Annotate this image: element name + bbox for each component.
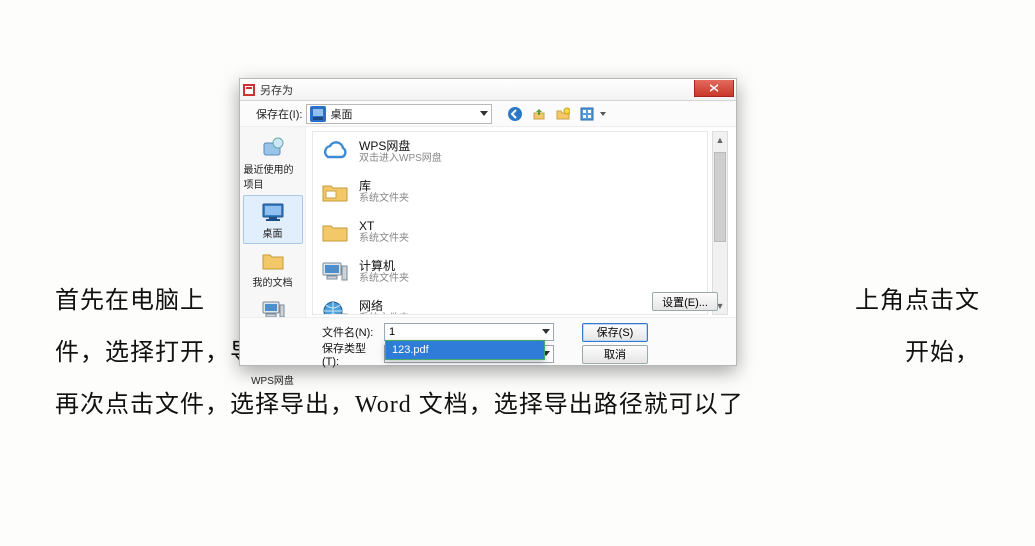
places-bar: 最近使用的项目 桌面 我的文档 计算机 WPS网盘 bbox=[240, 127, 306, 317]
item-sub: 系统文件夹 bbox=[359, 273, 409, 285]
chevron-down-icon[interactable] bbox=[600, 112, 606, 116]
place-label: 最近使用的项目 bbox=[244, 161, 302, 191]
item-name: XT bbox=[359, 219, 409, 233]
item-name: 网络 bbox=[359, 299, 409, 313]
titlebar: 另存为 bbox=[240, 79, 736, 101]
place-recent[interactable]: 最近使用的项目 bbox=[243, 131, 303, 195]
location-combo[interactable]: 桌面 bbox=[306, 104, 492, 124]
back-icon[interactable] bbox=[506, 105, 524, 123]
folder-icon bbox=[319, 176, 351, 208]
list-item[interactable]: WPS网盘双击进入WPS网盘 bbox=[313, 132, 707, 172]
toolbar: 保存在(I): 桌面 bbox=[240, 101, 736, 127]
folder-icon bbox=[319, 216, 351, 248]
save-as-dialog: 另存为 保存在(I): 桌面 最近使用的项目 bbox=[239, 78, 737, 366]
filetype-label: 保存类型(T): bbox=[322, 340, 378, 368]
filename-value: 1 bbox=[389, 326, 395, 338]
scrollbar[interactable]: ▲ ▼ bbox=[712, 131, 728, 315]
desktop-icon bbox=[258, 199, 288, 225]
close-button[interactable] bbox=[694, 80, 734, 97]
list-item[interactable]: 计算机系统文件夹 bbox=[313, 252, 707, 292]
list-item[interactable]: 库系统文件夹 bbox=[313, 172, 707, 212]
filename-dropdown[interactable]: 123.pdf bbox=[385, 340, 545, 360]
app-icon bbox=[242, 83, 256, 97]
place-label: 我的文档 bbox=[253, 274, 293, 289]
cloud-icon bbox=[319, 136, 351, 168]
new-folder-icon[interactable] bbox=[554, 105, 572, 123]
scroll-up-icon[interactable]: ▲ bbox=[713, 132, 727, 148]
item-sub: 系统文件夹 bbox=[359, 313, 409, 315]
item-name: WPS网盘 bbox=[359, 139, 442, 153]
desktop-icon bbox=[310, 106, 326, 122]
lower-panel: 文件名(N): 1 保存(S) 保存类型(T): 取消 123.pdf bbox=[240, 317, 736, 365]
dialog-title: 另存为 bbox=[260, 82, 293, 98]
save-in-label: 保存在(I): bbox=[256, 106, 302, 122]
recent-icon bbox=[258, 135, 288, 161]
documents-icon bbox=[258, 248, 288, 274]
item-name: 库 bbox=[359, 179, 409, 193]
filename-label: 文件名(N): bbox=[322, 324, 378, 340]
list-item[interactable]: 网络系统文件夹 bbox=[313, 292, 707, 315]
place-label: 桌面 bbox=[263, 225, 283, 240]
cancel-button[interactable]: 取消 bbox=[582, 345, 648, 364]
place-label: WPS网盘 bbox=[251, 372, 294, 387]
scroll-thumb[interactable] bbox=[714, 152, 726, 242]
place-mydocs[interactable]: 我的文档 bbox=[243, 244, 303, 293]
computer-icon bbox=[319, 256, 351, 288]
filename-input[interactable]: 1 bbox=[384, 323, 554, 341]
view-icon[interactable] bbox=[578, 105, 596, 123]
chevron-down-icon bbox=[480, 111, 488, 116]
file-list[interactable]: WPS网盘双击进入WPS网盘 库系统文件夹 XT系统文件夹 计算机系统文件夹 网… bbox=[312, 131, 708, 315]
save-button[interactable]: 保存(S) bbox=[582, 323, 648, 342]
location-text: 桌面 bbox=[330, 106, 352, 122]
network-icon bbox=[319, 296, 351, 315]
item-sub: 系统文件夹 bbox=[359, 233, 409, 245]
place-desktop[interactable]: 桌面 bbox=[243, 195, 303, 244]
chevron-down-icon bbox=[542, 329, 550, 334]
settings-button[interactable]: 设置(E)... bbox=[652, 292, 718, 311]
dropdown-option[interactable]: 123.pdf bbox=[386, 341, 544, 359]
item-name: 计算机 bbox=[359, 259, 409, 273]
up-icon[interactable] bbox=[530, 105, 548, 123]
list-item[interactable]: XT系统文件夹 bbox=[313, 212, 707, 252]
item-sub: 系统文件夹 bbox=[359, 193, 409, 205]
item-sub: 双击进入WPS网盘 bbox=[359, 153, 442, 165]
